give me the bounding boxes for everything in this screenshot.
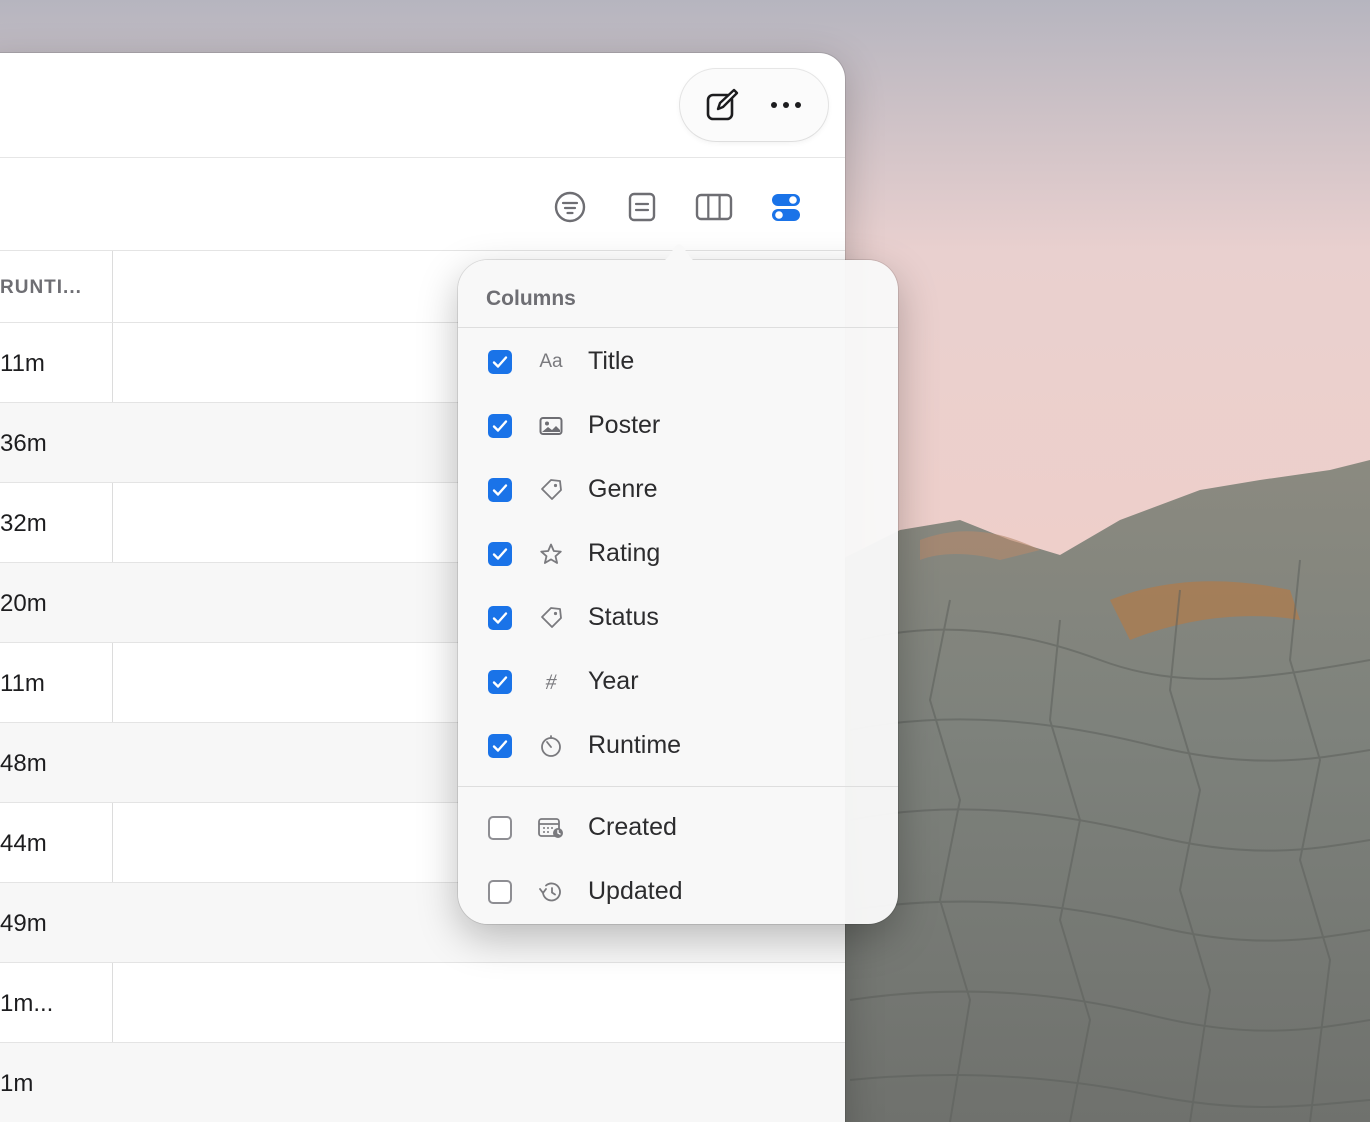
text-aa-icon: Aa	[539, 351, 563, 372]
toggles-icon	[772, 194, 800, 221]
runtime-cell: 36m	[0, 430, 47, 457]
runtime-cell: 20m	[0, 590, 47, 617]
runtime-cell: 49m	[0, 910, 47, 937]
calendar-clock-icon	[536, 814, 566, 842]
checkbox[interactable]	[488, 670, 512, 694]
column-option-rating[interactable]: Rating	[458, 526, 898, 582]
runtime-cell: 11m	[0, 350, 45, 377]
view-toolbar	[0, 159, 845, 251]
column-settings-button[interactable]	[766, 187, 806, 227]
title-actions-group	[680, 69, 828, 141]
timer-icon	[536, 732, 566, 760]
hash-icon: #	[545, 669, 557, 694]
column-option-status[interactable]: Status	[458, 590, 898, 646]
column-option-label: Created	[588, 813, 677, 841]
list-icon	[628, 192, 656, 222]
columns-icon	[695, 193, 733, 221]
more-icon	[771, 102, 801, 108]
column-option-label: Status	[588, 603, 659, 631]
runtime-cell: 32m	[0, 510, 47, 537]
column-option-updated[interactable]: Updated	[458, 864, 898, 920]
column-option-runtime[interactable]: Runtime	[458, 718, 898, 774]
popover-arrow	[652, 244, 706, 264]
column-option-label: Title	[588, 347, 635, 375]
columns-popover: Columns Aa Title Poster Genre Rating Status # Y…	[458, 260, 898, 924]
runtime-cell: 11m	[0, 670, 45, 697]
column-option-label: Runtime	[588, 731, 682, 759]
column-option-label: Rating	[588, 539, 661, 567]
compose-icon	[706, 88, 739, 121]
table-row[interactable]: 1m...	[0, 963, 845, 1043]
column-option-created[interactable]: Created	[458, 800, 898, 856]
popover-header: Columns	[458, 260, 898, 328]
checkbox[interactable]	[488, 880, 512, 904]
column-option-label: Year	[588, 667, 639, 695]
runtime-cell: 1m	[0, 1070, 34, 1097]
filter-icon	[554, 191, 586, 223]
column-option-year[interactable]: # Year	[458, 654, 898, 710]
filter-button[interactable]	[550, 187, 590, 227]
column-option-label: Updated	[588, 877, 683, 905]
table-row[interactable]: 1m	[0, 1043, 845, 1122]
column-option-title[interactable]: Aa Title	[458, 334, 898, 390]
runtime-cell: 48m	[0, 750, 47, 777]
checkbox[interactable]	[488, 816, 512, 840]
image-icon	[536, 412, 566, 440]
checkbox[interactable]	[488, 414, 512, 438]
column-header-runtime[interactable]: RUNTI...	[0, 277, 82, 299]
checkbox[interactable]	[488, 350, 512, 374]
columns-view-button[interactable]	[694, 187, 734, 227]
tag-icon	[536, 476, 566, 504]
column-option-poster[interactable]: Poster	[458, 398, 898, 454]
tag-icon	[536, 604, 566, 632]
compose-button[interactable]	[700, 83, 744, 127]
separator	[458, 786, 898, 787]
history-icon	[536, 878, 566, 906]
list-view-button[interactable]	[622, 187, 662, 227]
column-option-label: Genre	[588, 475, 658, 503]
checkbox[interactable]	[488, 542, 512, 566]
runtime-cell: 1m...	[0, 990, 54, 1017]
title-bar	[0, 53, 845, 158]
star-icon	[536, 540, 566, 568]
runtime-cell: 44m	[0, 830, 47, 857]
column-option-genre[interactable]: Genre	[458, 462, 898, 518]
popover-title: Columns	[486, 287, 576, 310]
checkbox[interactable]	[488, 606, 512, 630]
more-button[interactable]	[764, 83, 808, 127]
column-option-label: Poster	[588, 411, 661, 439]
checkbox[interactable]	[488, 734, 512, 758]
checkbox[interactable]	[488, 478, 512, 502]
